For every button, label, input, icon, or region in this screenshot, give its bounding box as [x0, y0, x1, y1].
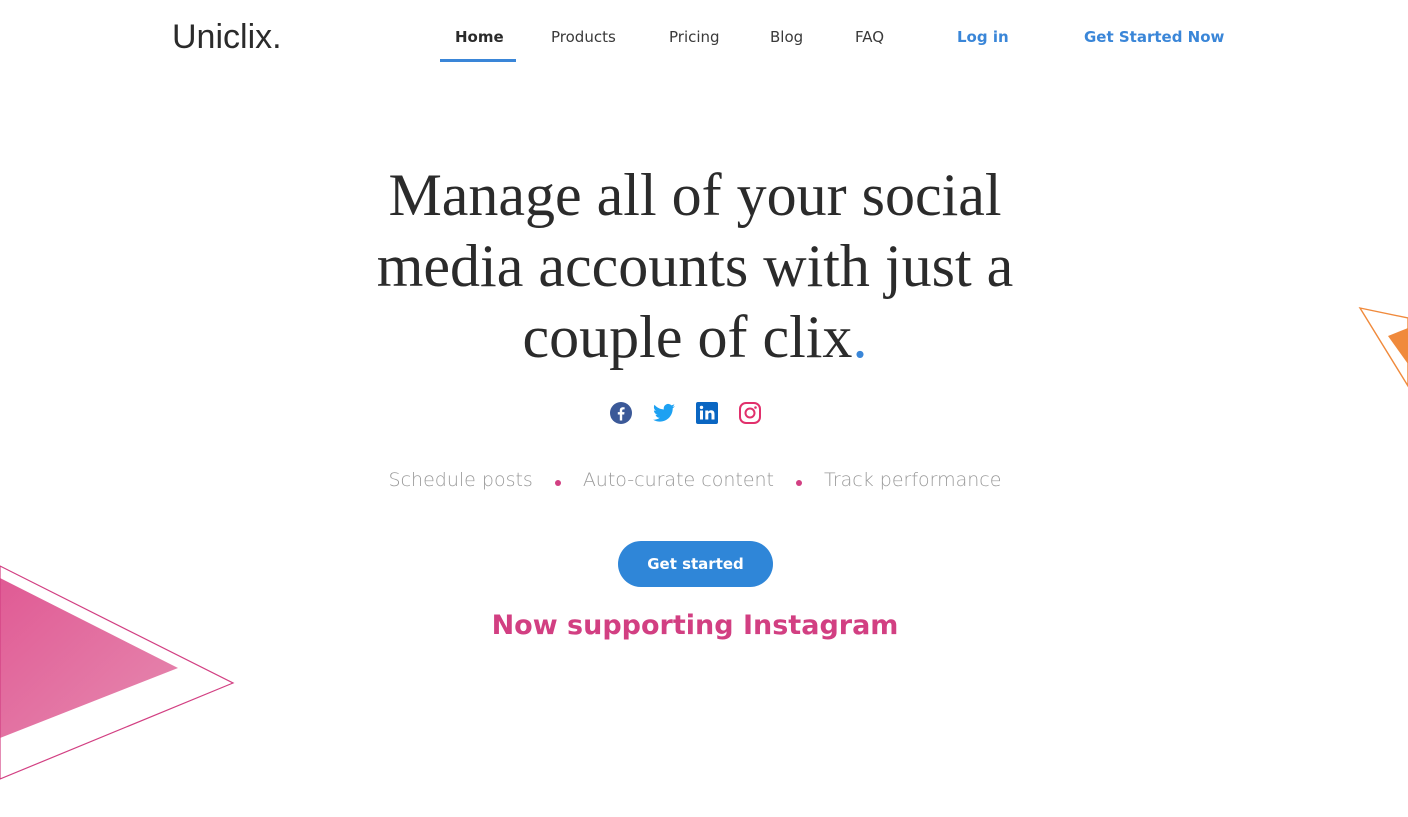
hero-title-dot: . [852, 304, 868, 370]
login-link[interactable]: Log in [957, 28, 1009, 46]
instagram-support-banner: Now supporting Instagram [491, 610, 899, 641]
hero-title-line-1: Manage all of your social [388, 162, 1002, 228]
decorative-orange-triangle [1358, 306, 1408, 388]
get-started-button[interactable]: Get started [618, 541, 773, 587]
twitter-icon[interactable] [652, 401, 676, 425]
nav-home[interactable]: Home [455, 28, 504, 46]
nav-pricing[interactable]: Pricing [669, 28, 720, 46]
nav-active-underline [440, 59, 516, 62]
nav-blog[interactable]: Blog [770, 28, 803, 46]
logo[interactable]: Uniclix. [172, 18, 282, 57]
feature-list: Schedule posts Auto-curate content Track p… [0, 469, 1390, 491]
nav-faq[interactable]: FAQ [855, 28, 884, 46]
instagram-icon[interactable] [738, 401, 762, 425]
feature-track-performance: Track performance [824, 469, 1002, 491]
hero-title-line-2: media accounts with just a [376, 233, 1014, 299]
facebook-icon[interactable] [609, 401, 633, 425]
nav-products[interactable]: Products [551, 28, 616, 46]
feature-auto-curate: Auto-curate content [582, 469, 774, 491]
get-started-now-link[interactable]: Get Started Now [1084, 28, 1224, 46]
feature-separator-dot [554, 479, 561, 486]
feature-schedule-posts: Schedule posts [388, 469, 533, 491]
feature-separator-dot [796, 479, 802, 486]
decorative-pink-triangle [0, 565, 235, 780]
hero-title-line-3: couple of clix [522, 304, 853, 370]
linkedin-icon[interactable] [695, 401, 719, 425]
social-icons [609, 401, 762, 425]
hero-title: Manage all of your social media accounts… [340, 160, 1050, 373]
